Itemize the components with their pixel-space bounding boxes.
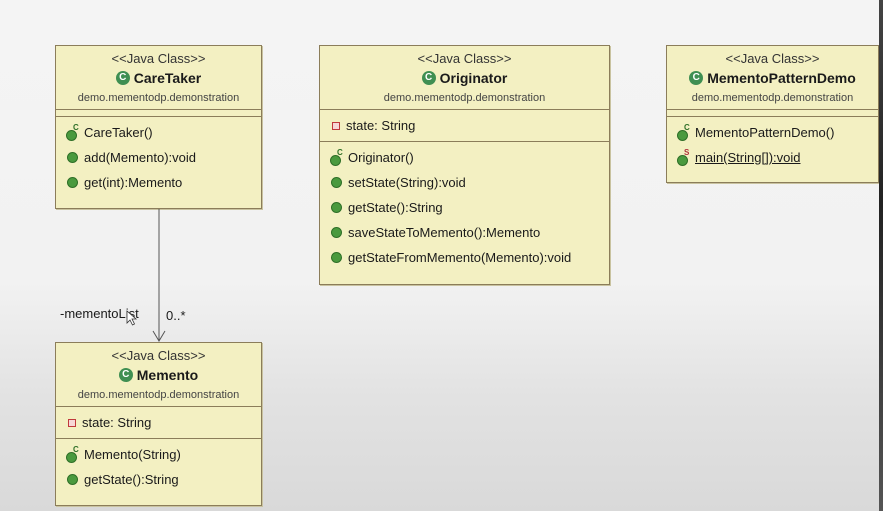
method-row[interactable]: C Originator(): [320, 145, 609, 170]
class-header: <<Java Class>> C Memento demo.mementodp.…: [56, 343, 261, 406]
public-method-icon: [331, 177, 342, 188]
mouse-cursor-icon: [126, 310, 138, 326]
association-multiplicity-label: 0..*: [166, 308, 186, 323]
class-icon: C: [421, 71, 436, 85]
package-label: demo.mementodp.demonstration: [77, 389, 240, 401]
method-compartment: C Originator() setState(String):void get…: [320, 141, 609, 273]
method-compartment: C CareTaker() add(Memento):void get(int)…: [56, 116, 261, 198]
attribute-row[interactable]: state: String: [320, 113, 609, 138]
class-header: <<Java Class>> C CareTaker demo.mementod…: [56, 46, 261, 109]
public-method-icon: [331, 227, 342, 238]
attribute-row[interactable]: state: String: [56, 410, 261, 435]
attribute-compartment: [56, 109, 261, 116]
method-row[interactable]: saveStateToMemento():Memento: [320, 220, 609, 245]
class-header: <<Java Class>> C Originator demo.memento…: [320, 46, 609, 109]
constructor-icon: C: [66, 445, 79, 463]
class-icon: C: [689, 71, 704, 85]
method-row[interactable]: getState():String: [320, 195, 609, 220]
attribute-compartment: state: String: [320, 109, 609, 141]
static-method-icon: S: [677, 148, 689, 166]
association-arrowhead: [152, 330, 166, 342]
class-icon: C: [115, 71, 130, 85]
public-method-icon: [67, 152, 78, 163]
stereotype-label: <<Java Class>>: [417, 51, 512, 66]
method-row[interactable]: add(Memento):void: [56, 145, 261, 170]
method-row[interactable]: getStateFromMemento(Memento):void: [320, 245, 609, 270]
public-method-icon: [331, 202, 342, 213]
package-label: demo.mementodp.demonstration: [383, 92, 546, 104]
method-compartment: C MementoPatternDemo() S main(String[]):…: [667, 116, 878, 173]
method-row[interactable]: C CareTaker(): [56, 120, 261, 145]
private-field-icon: [332, 121, 340, 130]
class-icon: C: [118, 368, 133, 382]
constructor-icon: C: [677, 123, 690, 141]
method-row[interactable]: C MementoPatternDemo(): [667, 120, 878, 145]
method-row[interactable]: C Memento(String): [56, 442, 261, 467]
stereotype-label: <<Java Class>>: [111, 51, 206, 66]
private-field-icon: [68, 418, 76, 427]
public-method-icon: [331, 252, 342, 263]
public-method-icon: [67, 474, 78, 485]
package-label: demo.mementodp.demonstration: [77, 92, 240, 104]
stereotype-label: <<Java Class>>: [111, 348, 206, 363]
diagram-canvas: <<Java Class>> C CareTaker demo.mementod…: [0, 0, 883, 511]
constructor-icon: C: [66, 123, 79, 141]
attribute-compartment: [667, 109, 878, 116]
class-box-mementopatterndemo[interactable]: <<Java Class>> C MementoPatternDemo demo…: [666, 45, 879, 183]
method-row[interactable]: S main(String[]):void: [667, 145, 878, 170]
class-name: Memento: [136, 367, 199, 383]
class-name: Originator: [439, 70, 508, 86]
class-header: <<Java Class>> C MementoPatternDemo demo…: [667, 46, 878, 109]
package-label: demo.mementodp.demonstration: [691, 92, 854, 104]
window-edge: [879, 0, 883, 511]
public-method-icon: [67, 177, 78, 188]
class-name: MementoPatternDemo: [707, 70, 856, 86]
method-row[interactable]: setState(String):void: [320, 170, 609, 195]
attribute-compartment: state: String: [56, 406, 261, 438]
class-box-memento[interactable]: <<Java Class>> C Memento demo.mementodp.…: [55, 342, 262, 506]
class-name: CareTaker: [133, 70, 202, 86]
stereotype-label: <<Java Class>>: [725, 51, 820, 66]
class-box-caretaker[interactable]: <<Java Class>> C CareTaker demo.mementod…: [55, 45, 262, 209]
constructor-icon: C: [330, 148, 343, 166]
method-compartment: C Memento(String) getState():String: [56, 438, 261, 495]
method-row[interactable]: getState():String: [56, 467, 261, 492]
method-row[interactable]: get(int):Memento: [56, 170, 261, 195]
class-box-originator[interactable]: <<Java Class>> C Originator demo.memento…: [319, 45, 610, 285]
